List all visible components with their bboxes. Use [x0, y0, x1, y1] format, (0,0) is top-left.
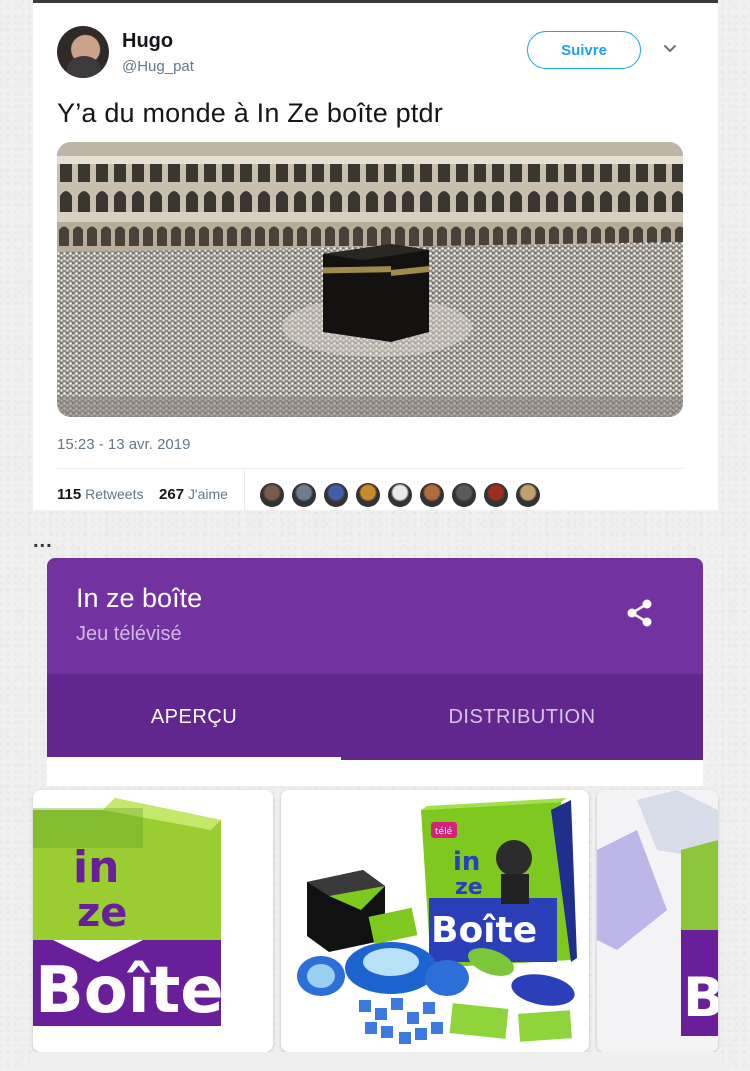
tweet-text: Y’a du monde à In Ze boîte ptdr	[57, 98, 443, 128]
top-border	[33, 0, 718, 3]
panel-title: In ze boîte	[76, 583, 203, 613]
liker-avatar[interactable]	[451, 482, 477, 508]
carousel-image-1[interactable]: in ze Boîte	[33, 790, 273, 1052]
tweet-card: Hugo @Hug_pat Suivre Y’a du monde à In Z…	[33, 0, 718, 510]
knowledge-panel: In ze boîte Jeu télévisé APERÇU DISTRIBU…	[47, 558, 703, 760]
retweets-count: 115	[57, 486, 82, 503]
liker-avatar[interactable]	[291, 482, 317, 508]
tab-apercu[interactable]: APERÇU	[47, 674, 341, 760]
panel-tabs: APERÇU DISTRIBUTION	[47, 674, 703, 760]
logo-image: in ze Boîte	[33, 790, 273, 1052]
panel-subtitle: Jeu télévisé	[76, 623, 182, 645]
user-avatar[interactable]	[57, 26, 109, 78]
likes-label: J'aime	[187, 486, 228, 502]
stats-separator	[244, 470, 245, 510]
retweets-stat[interactable]: 115 Retweets	[57, 486, 144, 503]
bottom-margin	[33, 1052, 718, 1071]
share-icon[interactable]	[623, 596, 657, 630]
box-text-in: in	[453, 847, 480, 877]
board-game-image: télé in ze Boîte	[281, 790, 589, 1052]
logo-text-boite: Boîte	[35, 954, 224, 1028]
tweet-stats: 115 Retweets 267 J'aime	[57, 486, 228, 503]
box-text-boite: Boîte	[431, 910, 537, 951]
liker-avatar[interactable]	[259, 482, 285, 508]
tab-distribution[interactable]: DISTRIBUTION	[341, 674, 703, 760]
chevron-down-icon[interactable]	[663, 42, 677, 56]
logo-text-in: in	[73, 842, 119, 893]
liker-avatar[interactable]	[323, 482, 349, 508]
follow-button[interactable]: Suivre	[527, 31, 641, 69]
box-text-ze: ze	[455, 875, 483, 900]
ellipsis-separator: ...	[33, 530, 53, 552]
carousel-image-3[interactable]: B	[597, 790, 718, 1052]
liker-avatar[interactable]	[387, 482, 413, 508]
carousel-image-2[interactable]: télé in ze Boîte	[281, 790, 589, 1052]
tweet-photo[interactable]	[57, 142, 683, 417]
logo-text-b: B	[683, 966, 718, 1029]
tab-apercu-label: APERÇU	[150, 705, 238, 728]
tab-distribution-label: DISTRIBUTION	[448, 705, 596, 728]
divider	[57, 468, 683, 469]
panel-body	[47, 760, 703, 786]
liker-avatar[interactable]	[355, 482, 381, 508]
retweets-label: Retweets	[85, 486, 144, 502]
likes-stat[interactable]: 267 J'aime	[159, 486, 228, 503]
likes-count: 267	[159, 486, 185, 503]
tweet-timestamp[interactable]: 15:23 - 13 avr. 2019	[57, 436, 190, 453]
box-sticker: télé	[435, 826, 453, 837]
user-name[interactable]: Hugo	[122, 30, 173, 53]
logo-image-partial: B	[597, 790, 718, 1052]
liker-avatar[interactable]	[515, 482, 541, 508]
logo-text-ze: ze	[77, 890, 127, 936]
panel-header: In ze boîte Jeu télévisé	[47, 558, 703, 674]
liker-avatar[interactable]	[419, 482, 445, 508]
liker-avatar[interactable]	[483, 482, 509, 508]
user-handle[interactable]: @Hug_pat	[122, 58, 194, 75]
liker-avatars	[259, 482, 541, 508]
